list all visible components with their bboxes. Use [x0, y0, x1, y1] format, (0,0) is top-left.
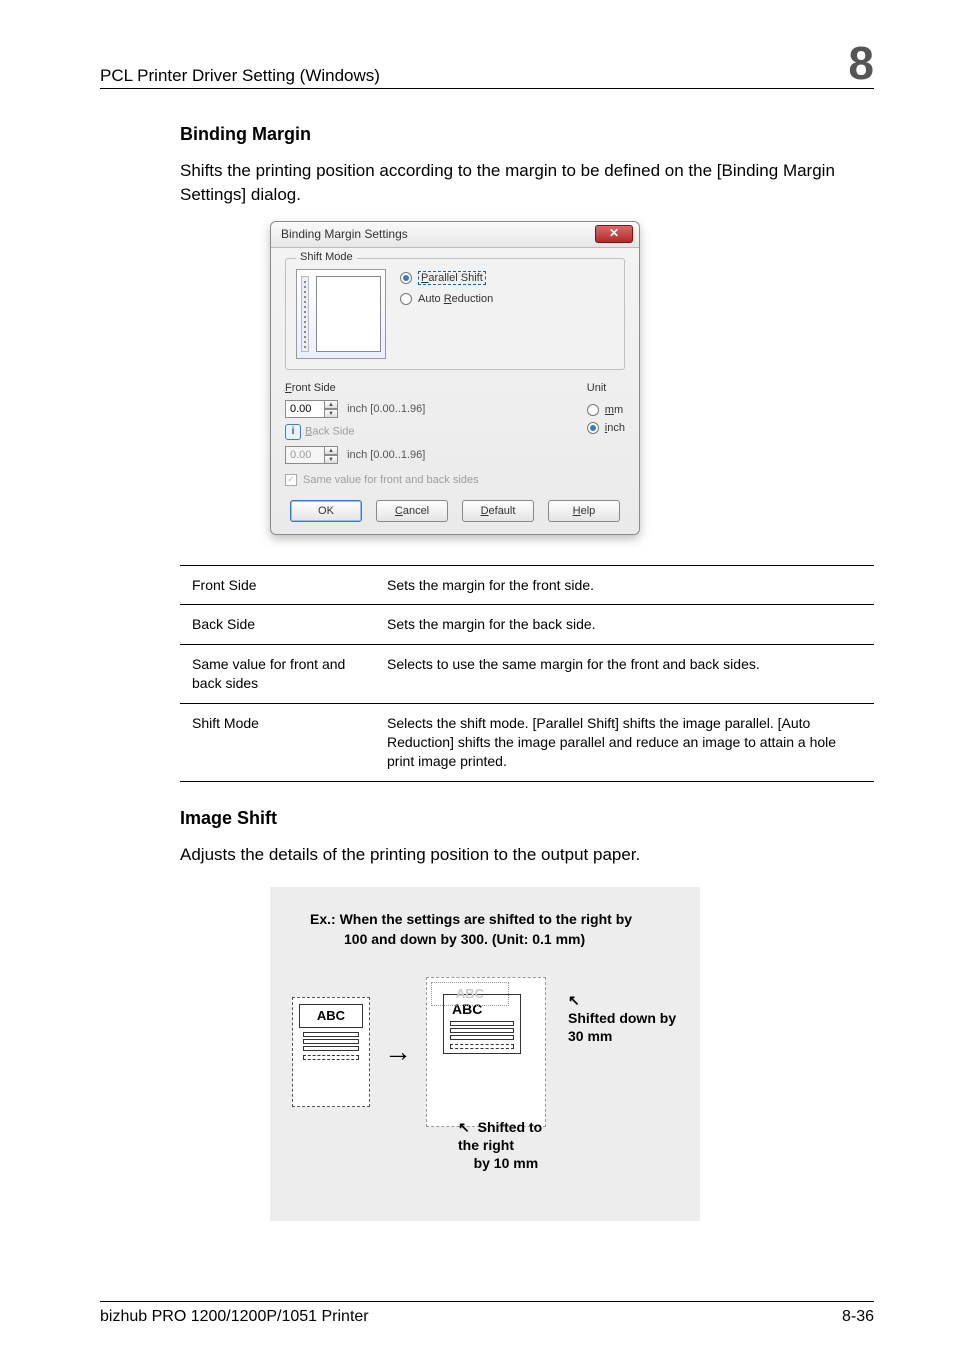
shifted-down-caption: ↖ Shifted down by 30 mm [568, 991, 688, 1046]
chapter-number: 8 [848, 40, 874, 86]
front-side-label: Front Side [285, 382, 425, 394]
same-value-post: d back sides [417, 474, 478, 486]
back-side-spinner: ▲▼ [285, 446, 338, 464]
example-shifted-outer: ABC ABC [426, 977, 546, 1127]
ok-button[interactable]: OK [290, 500, 362, 522]
example-title-line2: 100 and down by 300. (Unit: 0.1 mm) [344, 931, 678, 947]
option-name: Front Side [180, 565, 375, 605]
page-header: PCL Printer Driver Setting (Windows) 8 [100, 40, 874, 89]
auto-reduction-pre: Auto [418, 293, 444, 305]
back-side-label: iBack Side [285, 424, 425, 440]
table-row: Same value for front and back sides Sele… [180, 645, 874, 704]
arrow-diagonal-icon: ↖ [568, 992, 580, 1008]
auto-reduction-radio[interactable]: Auto Reduction [400, 293, 493, 305]
option-name: Back Side [180, 605, 375, 645]
table-row: Back Side Sets the margin for the back s… [180, 605, 874, 645]
shift-mode-radios: Parallel Shift Auto Reduction [400, 269, 493, 359]
same-value-checkbox-row: ✓ Same value for front and back sides [285, 474, 625, 486]
radio-unselected-icon [587, 404, 599, 416]
shift-mode-group: Shift Mode Parallel Shift [285, 258, 625, 370]
front-side-range: inch [0.00..1.96] [347, 403, 425, 415]
default-button[interactable]: Default [462, 500, 534, 522]
cancel-button[interactable]: Cancel [376, 500, 448, 522]
footer-pagenum: 8-36 [842, 1308, 874, 1326]
page-footer: bizhub PRO 1200/1200P/1051 Printer 8-36 [100, 1301, 874, 1326]
ghost-abc: ABC [431, 982, 509, 1006]
example-shifted-page-wrap: ABC ABC ↖ Shifted down by 30 mm ↖ Shif [426, 977, 546, 1127]
front-side-spinner[interactable]: ▲▼ [285, 400, 338, 418]
unit-mm-radio[interactable]: mm [587, 404, 625, 416]
example-original-page: ABC [292, 997, 370, 1107]
dialog-close-button[interactable]: ✕ [595, 225, 633, 243]
table-row: Front Side Sets the margin for the front… [180, 565, 874, 605]
image-shift-example: Ex.: When the settings are shifted to th… [270, 887, 700, 1221]
unit-legend: Unit [587, 382, 625, 394]
section-heading-binding-margin: Binding Margin [180, 124, 874, 145]
binding-margin-description: Shifts the printing position according t… [180, 159, 874, 207]
binding-margin-options-table: Front Side Sets the margin for the front… [180, 565, 874, 782]
auto-reduction-accel: R [444, 293, 452, 305]
shift-mode-legend: Shift Mode [296, 251, 357, 263]
help-button[interactable]: Help [548, 500, 620, 522]
radio-unselected-icon [400, 293, 412, 305]
option-desc: Sets the margin for the front side. [375, 565, 874, 605]
back-side-range: inch [0.00..1.96] [347, 449, 425, 461]
front-side-value[interactable] [285, 400, 325, 418]
image-shift-description: Adjusts the details of the printing posi… [180, 843, 874, 867]
option-desc: Sets the margin for the back side. [375, 605, 874, 645]
unit-inch-radio[interactable]: inch [587, 422, 625, 434]
header-title: PCL Printer Driver Setting (Windows) [100, 66, 380, 86]
abc-label: ABC [299, 1004, 363, 1028]
shifted-right-caption: ↖ Shifted to the right by 10 mm [458, 1118, 546, 1173]
dialog-button-row: OK Cancel Default Help [285, 500, 625, 522]
radio-selected-icon [400, 272, 412, 284]
table-row: Shift Mode Selects the shift mode. [Para… [180, 704, 874, 782]
example-title-line1: Ex.: When the settings are shifted to th… [310, 911, 678, 927]
info-icon: i [285, 424, 301, 440]
auto-reduction-post: eduction [452, 293, 494, 305]
option-name: Same value for front and back sides [180, 645, 375, 704]
back-side-value [285, 446, 325, 464]
dialog-titlebar: Binding Margin Settings ✕ [271, 222, 639, 248]
parallel-shift-radio[interactable]: Parallel Shift [400, 271, 493, 285]
same-value-pre: Same value for front a [303, 474, 411, 486]
option-name: Shift Mode [180, 704, 375, 782]
radio-selected-icon [587, 422, 599, 434]
arrow-right-icon: → [384, 1036, 412, 1068]
example-diagram: ABC → ABC ABC ↖ [292, 977, 678, 1187]
option-desc: Selects to use the same margin for the f… [375, 645, 874, 704]
shift-preview-image [296, 269, 386, 359]
binding-margin-settings-dialog: Binding Margin Settings ✕ Shift Mode [270, 221, 640, 535]
margin-fields-row: Front Side ▲▼ inch [0.00..1.96] iBack Si… [285, 382, 625, 464]
arrow-diagonal-icon: ↖ [458, 1118, 470, 1136]
section-heading-image-shift: Image Shift [180, 808, 874, 829]
footer-product: bizhub PRO 1200/1200P/1051 Printer [100, 1308, 369, 1326]
parallel-shift-label: arallel Shift [428, 272, 482, 284]
dialog-title: Binding Margin Settings [281, 227, 408, 241]
same-value-checkbox: ✓ [285, 474, 297, 486]
option-desc: Selects the shift mode. [Parallel Shift]… [375, 704, 874, 782]
